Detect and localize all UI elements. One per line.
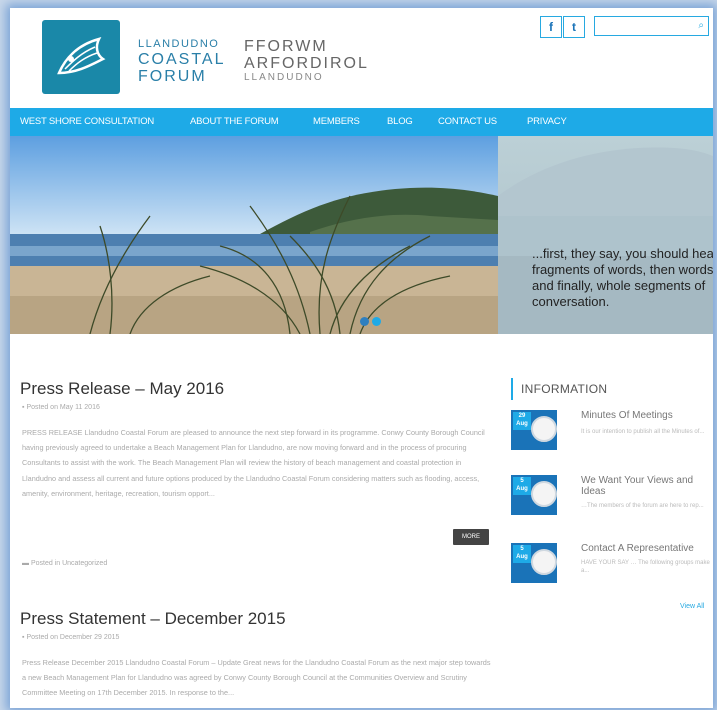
slider-dot-1[interactable]	[360, 317, 369, 326]
sidebar-item-title[interactable]: We Want Your Views and Ideas	[581, 475, 711, 497]
sidebar-title: INFORMATION	[511, 378, 607, 400]
slider-dot-2[interactable]	[372, 317, 381, 326]
sidebar-item-title[interactable]: Contact A Representative	[581, 543, 711, 554]
facebook-icon[interactable]: f	[540, 16, 562, 38]
sidebar-item[interactable]: 29 Aug Minutes Of Meetings It is our inte…	[511, 410, 711, 460]
post-category: ▬ Posted in Uncategorized	[22, 560, 108, 567]
sidebar-item-excerpt: It is our intention to publish all the M…	[581, 429, 705, 435]
logo-shell-icon[interactable]	[42, 20, 120, 94]
twitter-icon[interactable]: t	[563, 16, 585, 38]
logo-line1: LLANDUDNO	[138, 38, 220, 50]
hero-beach-image	[10, 136, 498, 334]
view-all-link[interactable]: View All	[680, 603, 704, 610]
date-badge: 29 Aug	[513, 412, 531, 430]
search-box: ⌕	[594, 16, 709, 36]
sidebar-item-excerpt: …The members of the forum are here to re…	[581, 503, 704, 509]
clock-icon	[531, 481, 557, 507]
hero-quote-text: ...first, they say, you should hear frag…	[532, 246, 713, 309]
nav-about-the-forum[interactable]: ABOUT THE FORUM	[190, 108, 279, 136]
post-excerpt: PRESS RELEASE Llandudno Coastal Forum ar…	[22, 428, 485, 498]
post-excerpt: Press Release December 2015 Llandudno Co…	[22, 658, 491, 698]
logo-welsh-line1: FFORWM	[244, 38, 328, 55]
search-icon[interactable]: ⌕	[698, 20, 704, 31]
logo-line2: COASTAL	[138, 51, 226, 68]
clock-icon	[531, 416, 557, 442]
nav-west-shore-consultation[interactable]: WEST SHORE CONSULTATION	[20, 108, 154, 136]
sidebar-item[interactable]: 5 Aug We Want Your Views and Ideas …The m…	[511, 475, 711, 525]
date-badge: 5 Aug	[513, 545, 531, 563]
folder-icon: ▬	[22, 560, 31, 567]
post-title[interactable]: Press Statement – December 2015	[20, 609, 286, 629]
post-title[interactable]: Press Release – May 2016	[20, 379, 224, 399]
main-nav: WEST SHORE CONSULTATION ABOUT THE FORUM …	[10, 108, 713, 136]
calendar-clock-icon: 29 Aug	[511, 410, 557, 450]
more-button[interactable]: MORE	[453, 529, 489, 545]
sidebar-item[interactable]: 5 Aug Contact A Representative HAVE YOUR …	[511, 543, 711, 593]
nav-contact-us[interactable]: CONTACT US	[438, 108, 497, 136]
nav-privacy[interactable]: PRIVACY	[527, 108, 567, 136]
nav-members[interactable]: MEMBERS	[313, 108, 360, 136]
logo-welsh-line2: ARFORDIROL	[244, 55, 369, 72]
logo-welsh-line3: LLANDUDNO	[244, 72, 324, 83]
page-frame: LLANDUDNO COASTAL FORUM FFORWM ARFORDIRO…	[10, 8, 713, 708]
search-input[interactable]	[598, 18, 692, 36]
calendar-clock-icon: 5 Aug	[511, 543, 557, 583]
calendar-clock-icon: 5 Aug	[511, 475, 557, 515]
date-badge: 5 Aug	[513, 477, 531, 495]
site-header: LLANDUDNO COASTAL FORUM FFORWM ARFORDIRO…	[10, 8, 713, 108]
sidebar-item-title[interactable]: Minutes Of Meetings	[581, 410, 711, 421]
nav-blog[interactable]: BLOG	[387, 108, 413, 136]
clock-icon	[531, 549, 557, 575]
logo-text-welsh: FFORWM ARFORDIROL LLANDUDNO	[244, 38, 369, 83]
sidebar-item-excerpt: HAVE YOUR SAY … The following groups mak…	[581, 560, 710, 574]
logo-line3: FORUM	[138, 68, 207, 85]
post-date: ▪ Posted on May 11 2016	[22, 404, 100, 411]
logo-text: LLANDUDNO COASTAL FORUM	[138, 38, 226, 85]
post-date: ▪ Posted on December 29 2015	[22, 634, 120, 641]
hero-slider: ...first, they say, you should hear frag…	[10, 136, 713, 334]
